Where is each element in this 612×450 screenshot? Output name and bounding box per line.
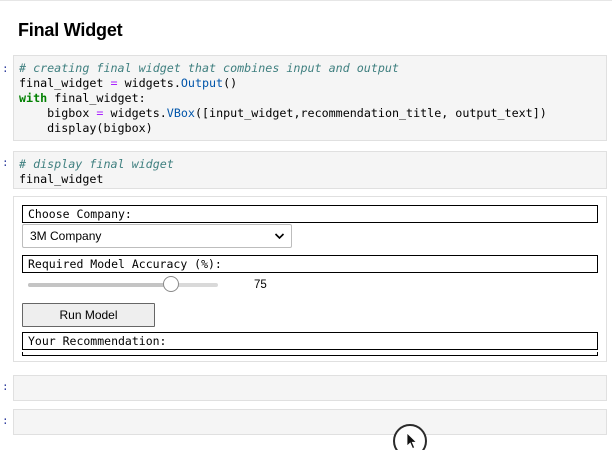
recommendation-output	[22, 352, 598, 356]
code-function: Output	[180, 76, 224, 90]
company-dropdown-value: 3M Company	[30, 229, 102, 243]
top-divider	[0, 0, 612, 1]
chevron-down-icon	[274, 225, 285, 255]
code-text: ()	[223, 76, 238, 90]
recommendation-label: Your Recommendation:	[22, 332, 598, 350]
widget-output-area: Choose Company: 3M Company Required Mode…	[13, 196, 607, 362]
code-cell-display-widget[interactable]: # display final widget final_widget	[13, 151, 607, 189]
cell-prompt: :	[2, 414, 9, 427]
code-text: final_widget	[19, 172, 104, 186]
accuracy-slider-track[interactable]	[28, 283, 218, 287]
code-text: display(bigbox)	[19, 121, 153, 135]
company-dropdown[interactable]: 3M Company	[22, 224, 292, 248]
accuracy-label: Required Model Accuracy (%):	[22, 255, 598, 273]
code-text: ([input_widget,recommendation_title, out…	[194, 106, 547, 120]
code-comment: # creating final widget that combines in…	[19, 61, 399, 75]
cursor-highlight	[393, 424, 427, 450]
code-operator: =	[110, 76, 118, 90]
code-text: bigbox	[19, 106, 97, 120]
cell-prompt: :	[2, 156, 9, 169]
code-text: widgets.	[103, 106, 167, 120]
cell-prompt: :	[2, 380, 9, 393]
code-keyword: with	[19, 91, 48, 105]
run-model-button[interactable]: Run Model	[22, 303, 155, 327]
company-label: Choose Company:	[22, 205, 598, 223]
empty-code-cell[interactable]	[13, 375, 607, 401]
code-text: widgets.	[117, 76, 181, 90]
code-text: final_widget	[19, 76, 111, 90]
accuracy-value-readout: 75	[254, 279, 267, 291]
empty-code-cell[interactable]	[13, 409, 607, 435]
code-cell-create-widget[interactable]: # creating final widget that combines in…	[13, 55, 607, 141]
accuracy-slider-fill	[28, 283, 171, 287]
notebook-heading: Final Widget	[18, 20, 123, 40]
mouse-pointer-icon	[406, 432, 418, 450]
code-comment: # display final widget	[19, 157, 174, 171]
code-text: final_widget:	[47, 91, 146, 105]
code-function: VBox	[166, 106, 195, 120]
cell-prompt: :	[2, 62, 9, 75]
accuracy-slider-handle[interactable]	[162, 276, 179, 292]
